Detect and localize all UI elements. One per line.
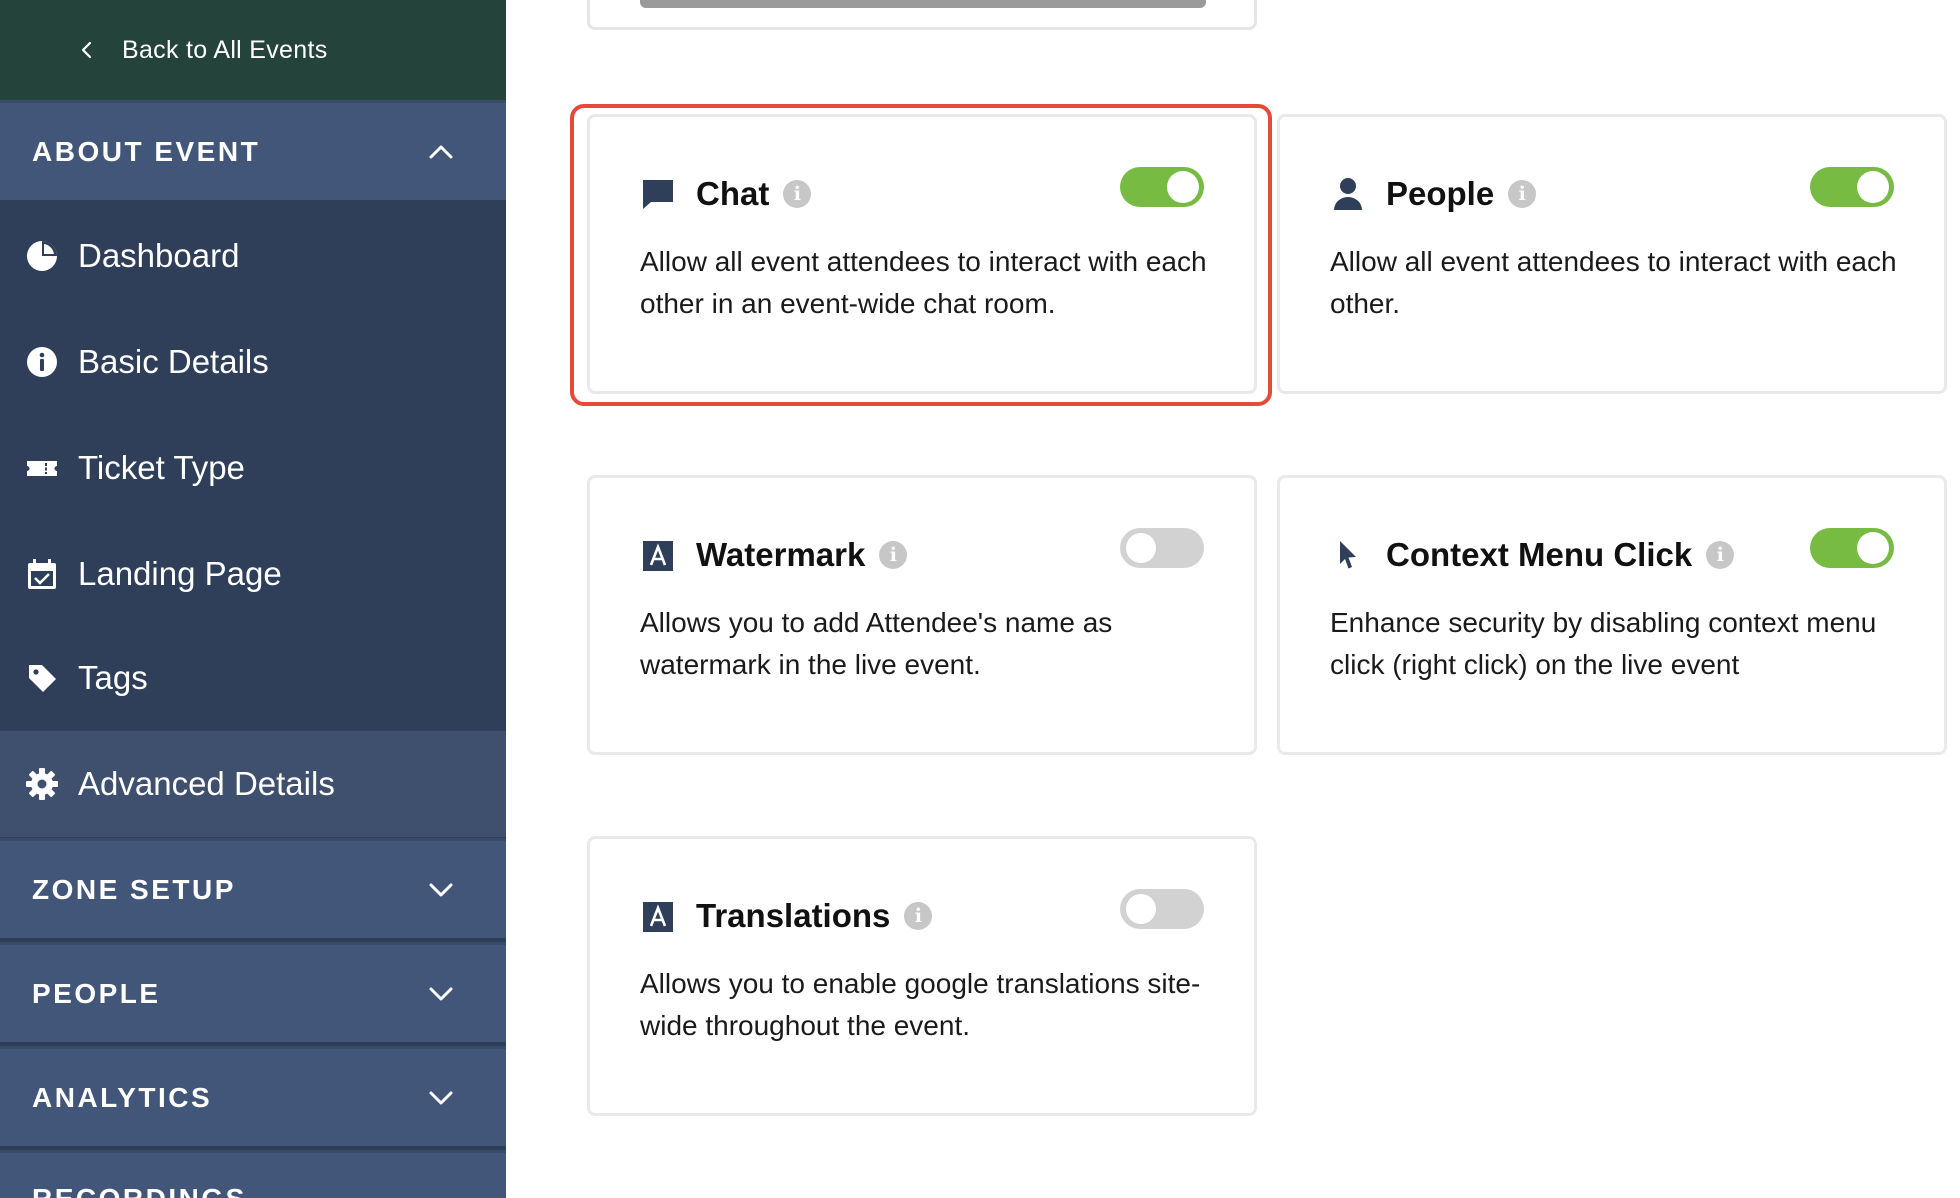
letter-a-icon xyxy=(640,537,676,573)
info-icon[interactable]: i xyxy=(783,180,812,208)
info-icon[interactable]: i xyxy=(1508,180,1537,208)
feature-description: Allow all event attendees to interact wi… xyxy=(1330,246,1897,319)
toggle-knob xyxy=(1167,171,1199,203)
feature-description: Allow all event attendees to interact wi… xyxy=(640,246,1207,319)
back-link-label: Back to All Events xyxy=(122,35,328,64)
feature-card-context-menu-click: Context Menu Click i Enhance security by… xyxy=(1277,475,1947,755)
toggle-knob xyxy=(1125,893,1157,925)
sidebar: Back to All Events ABOUT EVENT Dashboard… xyxy=(0,0,506,1198)
chat-toggle[interactable] xyxy=(1120,167,1204,207)
section-header-analytics[interactable]: ANALYTICS xyxy=(0,1046,506,1146)
section-title: RECORDINGS xyxy=(32,1183,247,1198)
section-title: PEOPLE xyxy=(32,977,161,1009)
toggle-knob xyxy=(1857,171,1889,203)
sidebar-item-label: Dashboard xyxy=(78,237,240,274)
feature-card-chat: Chat i Allow all event attendees to inte… xyxy=(587,114,1257,394)
section-header-zone-setup[interactable]: ZONE SETUP xyxy=(0,838,506,938)
feature-card-watermark: Watermark i Allows you to add Attendee's… xyxy=(587,475,1257,755)
section-title: ZONE SETUP xyxy=(32,873,236,905)
feature-description: Enhance security by disabling context me… xyxy=(1330,607,1877,680)
sidebar-item-ticket-type[interactable]: Ticket Type xyxy=(0,415,506,521)
sidebar-item-dashboard[interactable]: Dashboard xyxy=(0,203,506,309)
section-header-people[interactable]: PEOPLE xyxy=(0,942,506,1042)
feature-description: Allows you to add Attendee's name as wat… xyxy=(640,607,1113,680)
chevron-down-icon xyxy=(429,987,453,1000)
chevron-down-icon xyxy=(429,1091,453,1104)
cursor-icon xyxy=(1330,537,1366,573)
sidebar-item-label: Tags xyxy=(78,659,148,696)
context-menu-click-toggle[interactable] xyxy=(1810,528,1894,568)
info-circle-icon xyxy=(24,344,60,380)
gear-icon xyxy=(24,766,60,802)
section-header-about-event[interactable]: ABOUT EVENT xyxy=(0,100,506,200)
section-title: ABOUT EVENT xyxy=(32,135,261,167)
feature-title: Chat xyxy=(696,175,770,212)
chevron-down-icon xyxy=(429,883,453,896)
translations-toggle[interactable] xyxy=(1120,889,1204,929)
sidebar-item-label: Basic Details xyxy=(78,343,269,380)
chat-bubble-icon xyxy=(640,176,676,212)
person-icon xyxy=(1330,176,1366,212)
tag-icon xyxy=(24,660,60,696)
chevron-left-icon xyxy=(81,41,92,59)
feature-title: Translations xyxy=(696,897,891,934)
people-toggle[interactable] xyxy=(1810,167,1894,207)
info-icon[interactable]: i xyxy=(879,541,908,569)
info-icon[interactable]: i xyxy=(1706,541,1735,569)
feature-card-translations: Translations i Allows you to enable goog… xyxy=(587,836,1257,1116)
sidebar-item-label: Ticket Type xyxy=(78,449,245,486)
toggle-knob xyxy=(1857,532,1889,564)
pie-chart-icon xyxy=(24,238,60,274)
feature-title: People xyxy=(1386,175,1495,212)
watermark-toggle[interactable] xyxy=(1120,528,1204,568)
info-icon[interactable]: i xyxy=(904,902,933,930)
sidebar-item-tags[interactable]: Tags xyxy=(0,625,506,731)
letter-a-icon xyxy=(640,898,676,934)
ticket-icon xyxy=(24,450,60,486)
back-to-all-events-link[interactable]: Back to All Events xyxy=(0,0,506,100)
feature-card-partial xyxy=(587,0,1257,30)
sidebar-item-basic-details[interactable]: Basic Details xyxy=(0,309,506,415)
feature-card-people: People i Allow all event attendees to in… xyxy=(1277,114,1947,394)
chevron-up-icon xyxy=(429,145,453,158)
section-header-recordings[interactable]: RECORDINGS xyxy=(0,1150,506,1198)
section-title: ANALYTICS xyxy=(32,1081,213,1113)
sidebar-item-landing-page[interactable]: Landing Page xyxy=(0,521,506,627)
feature-settings-panel: Chat i Allow all event attendees to inte… xyxy=(506,0,1960,1198)
feature-title: Watermark xyxy=(696,536,866,573)
feature-description: Allows you to enable google translations… xyxy=(640,968,1201,1041)
sidebar-item-advanced-details[interactable]: Advanced Details xyxy=(0,731,506,837)
feature-title: Context Menu Click xyxy=(1386,536,1693,573)
card-divider xyxy=(640,0,1206,8)
sidebar-item-label: Landing Page xyxy=(78,555,282,592)
toggle-knob xyxy=(1125,532,1157,564)
sidebar-item-label: Advanced Details xyxy=(78,765,335,802)
calendar-check-icon xyxy=(24,556,60,592)
